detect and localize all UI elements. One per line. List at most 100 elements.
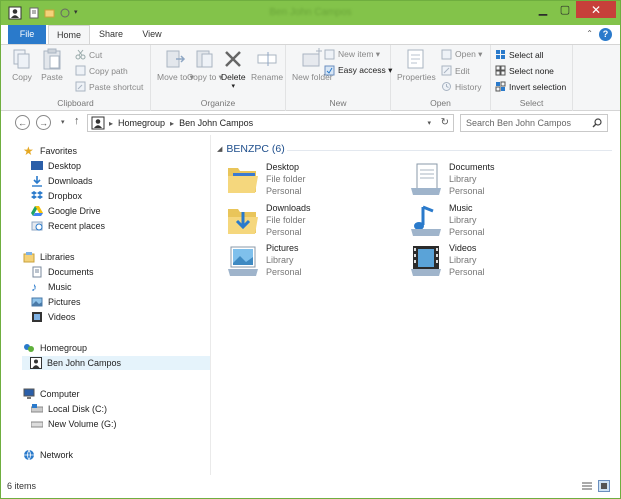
item-count: 6 items: [7, 481, 37, 491]
tab-file[interactable]: File: [8, 25, 46, 44]
properties-button[interactable]: Properties: [397, 48, 436, 82]
window-controls: ▁ ▢ ✕: [532, 1, 616, 19]
downloads-icon: [32, 176, 42, 187]
address-bar-row: ← → ▾ ↑ ▸ Homegroup ▸ Ben John Campos ▾ …: [1, 111, 620, 135]
tab-home[interactable]: Home: [48, 25, 90, 45]
nav-item-pictures[interactable]: Pictures: [31, 295, 81, 309]
back-button[interactable]: ←: [15, 115, 30, 130]
breadcrumb-homegroup[interactable]: Homegroup: [118, 118, 165, 128]
user-icon: [30, 357, 42, 369]
nav-item-label: Local Disk (C:): [48, 404, 108, 414]
organize-group: Move to ▾ Copy to ▾ Delete ▾ Rename Orga…: [151, 45, 286, 111]
chevron-down-icon: ◢: [217, 146, 223, 153]
copy-icon: [13, 49, 30, 69]
nav-item-videos[interactable]: Videos: [31, 310, 75, 324]
nav-item-documents[interactable]: Documents: [31, 265, 94, 279]
pictures-icon: [31, 297, 43, 307]
rename-button[interactable]: Rename: [251, 48, 283, 82]
nav-computer-label: Computer: [40, 389, 80, 399]
properties-icon: [407, 49, 424, 69]
chevron-up-icon[interactable]: ⌃: [586, 29, 593, 38]
search-input[interactable]: Search Ben John Campos: [460, 114, 608, 132]
computer-icon: [23, 388, 35, 399]
minimize-button[interactable]: ▁: [532, 1, 554, 18]
nav-network-label: Network: [40, 450, 74, 460]
nav-item-recent-places[interactable]: Recent places: [31, 219, 105, 233]
item-music[interactable]: Music Library Personal: [409, 203, 485, 238]
nav-item-local-disk[interactable]: Local Disk (C:): [31, 402, 107, 416]
select-none-button[interactable]: Select none: [495, 65, 554, 76]
maximize-button[interactable]: ▢: [554, 1, 576, 18]
nav-item-downloads[interactable]: Downloads: [31, 174, 93, 188]
close-button[interactable]: ✕: [576, 1, 616, 18]
invert-selection-button[interactable]: Invert selection: [495, 81, 566, 92]
nav-item-dropbox[interactable]: Dropbox: [31, 189, 82, 203]
tab-share[interactable]: Share: [92, 25, 130, 44]
nav-libraries[interactable]: Libraries: [23, 250, 75, 264]
item-documents[interactable]: Documents Library Personal: [409, 162, 495, 197]
item-downloads[interactable]: Downloads File folder Personal: [226, 203, 311, 238]
new-item-button[interactable]: New item ▾: [324, 49, 380, 60]
search-icon[interactable]: [592, 118, 602, 128]
nav-item-new-volume[interactable]: New Volume (G:): [31, 417, 117, 431]
breadcrumb-separator-icon[interactable]: ▸: [170, 119, 174, 128]
select-all-button[interactable]: Select all: [495, 49, 544, 60]
breadcrumb-separator-icon[interactable]: ▸: [109, 119, 113, 128]
clipboard-icon: [43, 48, 61, 70]
large-icons-view-icon[interactable]: [598, 480, 610, 492]
item-pictures[interactable]: Pictures Library Personal: [226, 243, 302, 278]
copy-path-icon: [75, 65, 86, 76]
copy-to-button[interactable]: Copy to ▾: [187, 48, 223, 82]
breadcrumb-user[interactable]: Ben John Campos: [179, 118, 253, 128]
move-to-icon: [166, 50, 186, 68]
window-title: Ben John Campos: [269, 7, 352, 18]
drive-icon: [31, 421, 43, 428]
nav-item-label: Pictures: [48, 297, 81, 307]
address-history-button[interactable]: ▾: [427, 119, 431, 127]
item-name: Pictures: [266, 243, 299, 253]
tab-view[interactable]: View: [133, 25, 171, 44]
easy-access-icon: [324, 65, 335, 76]
help-icon[interactable]: ?: [599, 28, 612, 41]
nav-item-music[interactable]: ♪ Music: [31, 280, 72, 294]
cut-button[interactable]: Cut: [75, 49, 102, 60]
open-button[interactable]: Open ▾: [441, 49, 482, 60]
status-bar: 6 items: [1, 475, 620, 498]
nav-homegroup[interactable]: Homegroup: [23, 341, 87, 355]
invert-selection-icon: [495, 81, 506, 92]
copy-button[interactable]: Copy: [11, 48, 33, 82]
google-drive-icon: [31, 206, 43, 216]
details-view-icon[interactable]: [581, 480, 593, 492]
forward-button[interactable]: →: [36, 115, 51, 130]
nav-item-google-drive[interactable]: Google Drive: [31, 204, 101, 218]
delete-button[interactable]: Delete ▾: [221, 48, 246, 92]
item-desktop[interactable]: Desktop File folder Personal: [226, 162, 306, 197]
nav-item-homegroup-user[interactable]: Ben John Campos: [22, 356, 210, 370]
nav-network[interactable]: Network: [23, 448, 73, 462]
clipboard-group: Copy Paste Cut Copy path Paste shortcut …: [1, 45, 151, 111]
copy-path-button[interactable]: Copy path: [75, 65, 128, 76]
easy-access-button[interactable]: Easy access ▾: [324, 65, 392, 76]
search-placeholder: Search Ben John Campos: [466, 118, 572, 128]
ribbon-tabs: File Home Share View ⌃ ?: [1, 25, 620, 45]
libraries-icon: [23, 252, 35, 263]
recent-locations-button[interactable]: ▾: [61, 118, 65, 126]
history-button[interactable]: History: [441, 81, 481, 92]
item-type: File folder: [266, 174, 306, 184]
new-group-label: New: [329, 98, 347, 108]
select-none-icon: [495, 65, 506, 76]
music-icon: ♪: [31, 280, 37, 294]
paste-shortcut-button[interactable]: Paste shortcut: [75, 81, 143, 92]
refresh-icon[interactable]: ↻: [441, 117, 449, 128]
address-bar[interactable]: ▸ Homegroup ▸ Ben John Campos ▾ ↻: [87, 114, 454, 132]
nav-computer[interactable]: Computer: [23, 387, 80, 401]
recent-places-icon: [31, 221, 43, 231]
item-owner: Personal: [449, 186, 485, 196]
up-button[interactable]: ↑: [74, 115, 80, 127]
item-videos[interactable]: Videos Library Personal: [409, 243, 485, 278]
nav-favorites[interactable]: ★ Favorites: [23, 144, 77, 158]
edit-button[interactable]: Edit: [441, 65, 470, 76]
group-header[interactable]: ◢ BENZPC (6): [217, 143, 285, 155]
nav-item-desktop[interactable]: Desktop: [31, 159, 81, 173]
paste-button[interactable]: Paste: [41, 48, 63, 82]
